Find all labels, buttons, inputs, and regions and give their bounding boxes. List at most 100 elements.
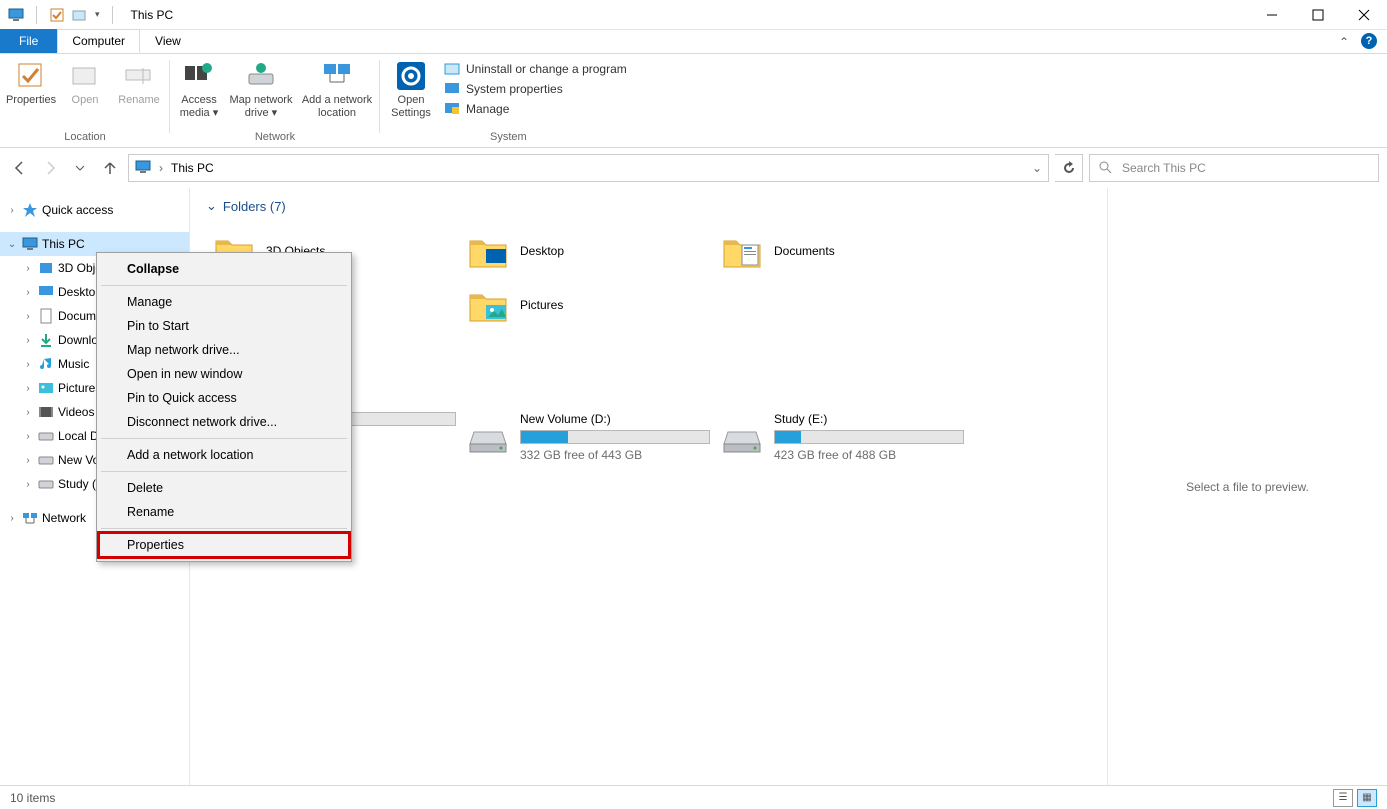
tree-icon: [38, 284, 54, 300]
sidebar-item-quick-access[interactable]: › Quick access: [0, 198, 189, 222]
ctx-properties[interactable]: Properties: [99, 533, 349, 557]
chevron-right-icon[interactable]: ›: [6, 205, 18, 216]
chevron-right-icon[interactable]: ›: [22, 335, 34, 346]
qat-more-dropdown[interactable]: ▾: [95, 9, 100, 20]
open-settings-button[interactable]: Open Settings: [386, 58, 436, 120]
sysprops-icon: [444, 81, 460, 97]
search-icon: [1098, 160, 1112, 177]
access-media-button[interactable]: Access media ▾: [176, 58, 222, 120]
ctx-add-network-location[interactable]: Add a network location: [99, 443, 349, 467]
ribbon-group-location: Properties Open Rename Location: [0, 54, 170, 147]
drive-label: New Volume (D:): [520, 412, 710, 426]
manage-button[interactable]: Manage: [440, 100, 631, 118]
close-button[interactable]: [1341, 0, 1387, 30]
qat-new-folder-icon[interactable]: [71, 7, 87, 23]
chevron-right-icon[interactable]: ›: [22, 407, 34, 418]
group-label-network: Network: [255, 131, 295, 145]
ctx-collapse[interactable]: Collapse: [99, 257, 349, 281]
separator: [112, 6, 113, 24]
sidebar-label: This PC: [42, 237, 85, 251]
ribbon-tabs: File Computer View ⌃ ?: [0, 30, 1387, 54]
folder-icon: [468, 231, 508, 271]
drive-item[interactable]: New Volume (D:)332 GB free of 443 GB: [460, 412, 714, 462]
ctx-pin-start[interactable]: Pin to Start: [99, 314, 349, 338]
ribbon-group-system: Open Settings Uninstall or change a prog…: [380, 54, 637, 147]
chevron-right-icon[interactable]: ›: [6, 513, 18, 524]
chevron-right-icon[interactable]: ›: [22, 311, 34, 322]
drive-label: Study (E:): [774, 412, 964, 426]
maximize-button[interactable]: [1295, 0, 1341, 30]
chevron-right-icon[interactable]: ›: [22, 263, 34, 274]
address-bar: › This PC ⌄ Search This PC: [0, 148, 1387, 188]
tab-view[interactable]: View: [140, 29, 196, 53]
map-drive-label: Map network drive ▾: [226, 94, 296, 120]
large-icons-view-button[interactable]: ▦: [1357, 789, 1377, 807]
qat-properties-icon[interactable]: [49, 7, 65, 23]
star-icon: [22, 202, 38, 218]
chevron-right-icon[interactable]: ›: [22, 479, 34, 490]
collapse-ribbon-button[interactable]: ⌃: [1331, 31, 1357, 53]
separator: [101, 438, 347, 439]
folder-item[interactable]: Desktop: [460, 224, 714, 278]
chevron-down-icon[interactable]: ⌄: [6, 239, 18, 250]
folder-label: Desktop: [520, 244, 564, 258]
title-bar: ▾ This PC: [0, 0, 1387, 30]
address-input[interactable]: › This PC ⌄: [128, 154, 1049, 182]
group-label-location: Location: [64, 131, 106, 145]
this-pc-icon: [22, 236, 38, 252]
tree-icon: [38, 476, 54, 492]
ctx-map-drive[interactable]: Map network drive...: [99, 338, 349, 362]
sidebar-label: Downlo: [58, 333, 98, 347]
search-input[interactable]: Search This PC: [1089, 154, 1379, 182]
ctx-rename[interactable]: Rename: [99, 500, 349, 524]
ribbon: Properties Open Rename Location Access m…: [0, 54, 1387, 148]
open-label: Open: [72, 94, 99, 107]
help-icon[interactable]: ?: [1361, 33, 1377, 49]
access-media-label: Access media ▾: [176, 94, 222, 120]
sidebar-label: Local Di: [58, 429, 101, 443]
drive-freespace-label: 423 GB free of 488 GB: [774, 448, 964, 462]
address-dropdown-button[interactable]: ⌄: [1032, 161, 1042, 175]
tab-computer[interactable]: Computer: [57, 29, 140, 53]
preview-pane: Select a file to preview.: [1107, 188, 1387, 785]
folder-item[interactable]: Documents: [714, 224, 968, 278]
chevron-right-icon[interactable]: ›: [22, 431, 34, 442]
refresh-button[interactable]: [1055, 154, 1083, 182]
ctx-disconnect-drive[interactable]: Disconnect network drive...: [99, 410, 349, 434]
drive-item[interactable]: Study (E:) 423 GB free of 488 GB: [714, 412, 968, 462]
minimize-button[interactable]: [1249, 0, 1295, 30]
forward-button: [38, 156, 62, 180]
folder-item[interactable]: Pictures: [460, 278, 714, 332]
section-folders-header[interactable]: ⌄ Folders (7): [206, 198, 1091, 214]
ctx-delete[interactable]: Delete: [99, 476, 349, 500]
tree-icon: [38, 332, 54, 348]
chevron-right-icon[interactable]: ›: [159, 161, 163, 175]
folder-label: Pictures: [520, 298, 563, 312]
properties-button[interactable]: Properties: [6, 58, 56, 107]
sidebar-label: Network: [42, 511, 86, 525]
manage-icon: [444, 101, 460, 117]
ribbon-group-network: Access media ▾ Map network drive ▾ Add a…: [170, 54, 380, 147]
uninstall-program-button[interactable]: Uninstall or change a program: [440, 60, 631, 78]
search-placeholder: Search This PC: [1122, 161, 1206, 175]
rename-button: Rename: [114, 58, 164, 107]
add-network-location-button[interactable]: Add a network location: [300, 58, 374, 120]
recent-locations-button[interactable]: [68, 156, 92, 180]
tab-file[interactable]: File: [0, 29, 57, 53]
chevron-right-icon[interactable]: ›: [22, 383, 34, 394]
map-network-drive-button[interactable]: Map network drive ▾: [226, 58, 296, 120]
chevron-right-icon[interactable]: ›: [22, 287, 34, 298]
up-button[interactable]: [98, 156, 122, 180]
chevron-right-icon[interactable]: ›: [22, 359, 34, 370]
separator: [101, 528, 347, 529]
drive-space-bar: [774, 430, 964, 444]
ctx-pin-quick-access[interactable]: Pin to Quick access: [99, 386, 349, 410]
details-view-button[interactable]: ☰: [1333, 789, 1353, 807]
system-properties-button[interactable]: System properties: [440, 80, 631, 98]
chevron-right-icon[interactable]: ›: [22, 455, 34, 466]
ctx-open-new-window[interactable]: Open in new window: [99, 362, 349, 386]
back-button[interactable]: [8, 156, 32, 180]
chevron-down-icon: ⌄: [206, 198, 217, 214]
ctx-manage[interactable]: Manage: [99, 290, 349, 314]
folder-icon: [468, 285, 508, 325]
